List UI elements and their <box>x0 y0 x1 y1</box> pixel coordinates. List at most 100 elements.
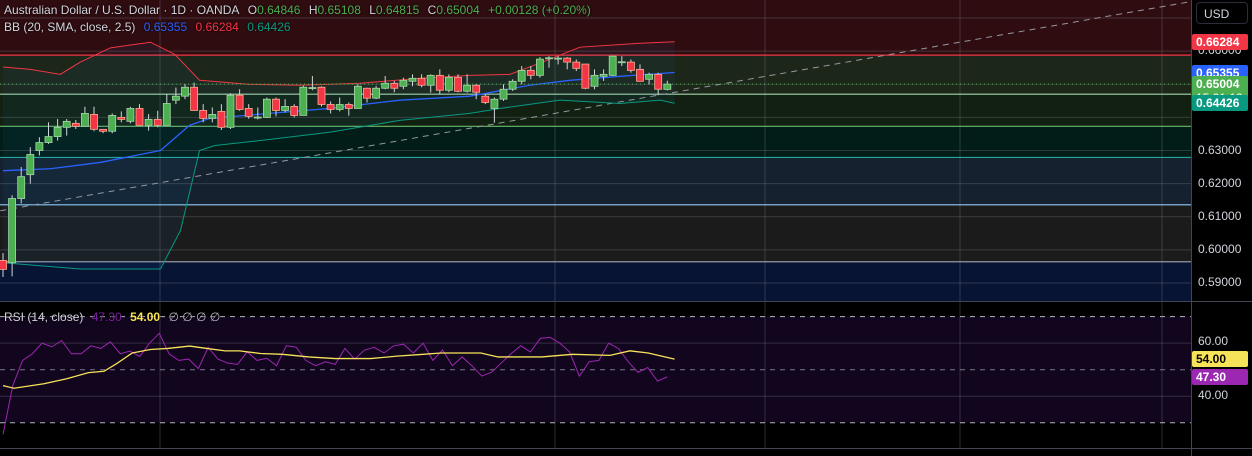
candle[interactable] <box>317 86 326 107</box>
rsi-empty-values: ∅ ∅ ∅ ∅ <box>168 310 221 324</box>
candle-body <box>190 86 199 111</box>
candle-body <box>554 57 562 60</box>
bb-upper-badge: 0.66284 <box>1192 33 1248 50</box>
candle-body <box>162 103 171 126</box>
candle[interactable] <box>290 104 299 118</box>
candle-body <box>26 154 35 176</box>
bb-basis-value: 0.65355 <box>143 20 188 34</box>
rsi-ma-value: 54.00 <box>130 310 161 324</box>
candle-body <box>444 76 453 91</box>
candle-body <box>426 74 435 86</box>
candle[interactable] <box>444 74 453 93</box>
high-value: 0.65108 <box>317 3 361 17</box>
candle-body <box>536 58 544 76</box>
bb-title: BB (20, SMA, close, 2.5) <box>4 20 136 34</box>
candle[interactable] <box>508 79 517 91</box>
candle[interactable] <box>581 63 590 90</box>
candle-body <box>572 61 581 69</box>
candle-body <box>117 116 126 120</box>
zone <box>0 261 1191 301</box>
candle-body <box>390 82 399 89</box>
candle-body <box>435 74 444 91</box>
candle-body <box>244 108 253 117</box>
rsi-ma-badge: 54.00 <box>1192 351 1248 367</box>
rsi-legend[interactable]: RSI (14, close) 47.30 54.00 ∅ ∅ ∅ ∅ <box>4 310 225 324</box>
candle-body <box>326 104 335 110</box>
candle[interactable] <box>536 57 544 78</box>
candle-body <box>517 69 526 82</box>
candle-body <box>135 108 144 126</box>
price-tick: 0.63000 <box>1198 142 1242 157</box>
candle-body <box>153 118 162 126</box>
candle-body <box>99 128 107 132</box>
candle-body <box>308 87 317 89</box>
candle-body <box>17 176 26 199</box>
candle-body <box>545 57 553 60</box>
rsi-badge: 47.30 <box>1192 369 1248 385</box>
candle-body <box>627 61 635 71</box>
candle-body <box>126 108 135 122</box>
candle-body <box>281 106 290 111</box>
candle-body <box>171 95 180 101</box>
candle[interactable] <box>608 55 617 76</box>
symbol-title[interactable]: Australian Dollar / U.S. Dollar · 1D · O… <box>4 3 239 17</box>
candle-body <box>317 86 326 105</box>
candle-body <box>481 95 490 103</box>
candle-body <box>144 118 153 126</box>
candle-body <box>581 63 590 89</box>
candle-body <box>81 113 89 127</box>
candle-body <box>8 198 17 264</box>
candle-body <box>563 57 572 63</box>
candle-body <box>226 94 235 128</box>
candle[interactable] <box>372 85 381 100</box>
candle-body <box>636 68 644 82</box>
candle-body <box>454 76 462 92</box>
candle[interactable] <box>262 97 271 119</box>
candle-body <box>399 79 408 87</box>
bb-legend[interactable]: BB (20, SMA, close, 2.5) 0.65355 0.66284… <box>4 20 296 34</box>
candle-body <box>62 120 71 128</box>
open-value: 0.64846 <box>257 3 301 17</box>
symbol-legend: Australian Dollar / U.S. Dollar · 1D · O… <box>4 3 591 17</box>
candle-body <box>71 122 80 127</box>
candle-body <box>499 88 508 100</box>
candle-body <box>463 84 472 92</box>
candle-body <box>472 84 481 93</box>
candle[interactable] <box>454 74 462 93</box>
candle[interactable] <box>353 84 362 109</box>
candle-body <box>353 85 362 109</box>
candle-body <box>490 98 499 109</box>
candle-body <box>262 98 271 118</box>
candle-body <box>344 104 353 109</box>
candle[interactable] <box>108 113 117 134</box>
candle[interactable] <box>126 106 135 124</box>
close-value: 0.65004 <box>436 3 480 17</box>
candle-body <box>335 104 344 110</box>
price-chart-pane[interactable] <box>0 0 1191 301</box>
bb-lower-badge: 0.64426 <box>1192 95 1248 112</box>
price-tick: 0.61000 <box>1198 208 1242 223</box>
candle-body <box>663 83 672 90</box>
candle-body <box>35 142 44 151</box>
candle[interactable] <box>299 85 308 116</box>
candle-body <box>53 126 62 137</box>
low-value: 0.64815 <box>375 3 420 17</box>
candle-body <box>372 87 381 99</box>
time-axis-border <box>0 448 1252 449</box>
candle-body <box>363 87 371 99</box>
bb-lower-value: 0.64426 <box>247 20 291 34</box>
candle-body <box>272 98 280 111</box>
candle[interactable] <box>226 93 235 129</box>
candle-body <box>645 73 653 80</box>
candle-body <box>90 114 98 130</box>
currency-button[interactable]: USD <box>1196 2 1248 24</box>
rsi-title: RSI (14, close) <box>4 310 84 324</box>
pane-separator[interactable] <box>0 301 1252 302</box>
candle-body <box>199 110 208 119</box>
price-tick: 0.60000 <box>1198 241 1242 256</box>
candle-body <box>381 82 390 89</box>
candle-body <box>44 136 53 143</box>
candle-body <box>408 77 417 82</box>
candle-body <box>217 111 226 128</box>
candle-body <box>417 77 426 86</box>
